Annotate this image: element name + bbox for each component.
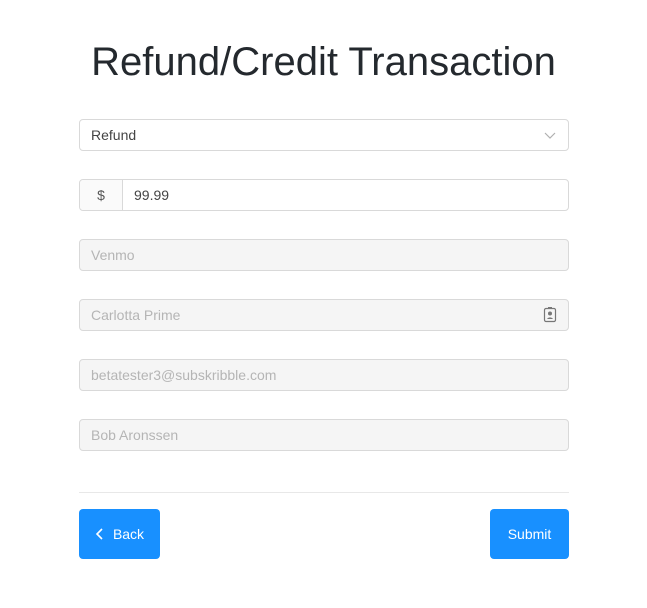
chevron-left-icon bbox=[95, 528, 103, 540]
form-divider bbox=[79, 492, 569, 493]
back-button-label: Back bbox=[112, 526, 145, 542]
representative-field[interactable]: Bob Aronssen bbox=[79, 419, 569, 451]
payment-method-placeholder: Venmo bbox=[91, 247, 135, 263]
page-title: Refund/Credit Transaction bbox=[91, 40, 556, 84]
amount-input-group: $ 99.99 bbox=[79, 179, 569, 211]
customer-email-field[interactable]: betatester3@subskribble.com bbox=[79, 359, 569, 391]
amount-input[interactable]: 99.99 bbox=[123, 187, 169, 203]
transaction-type-value: Refund bbox=[91, 127, 137, 143]
submit-button[interactable]: Submit bbox=[490, 509, 569, 559]
customer-name-field[interactable]: Carlotta Prime bbox=[79, 299, 569, 331]
submit-button-label: Submit bbox=[507, 526, 552, 542]
contact-card-icon bbox=[543, 307, 557, 323]
currency-addon: $ bbox=[80, 180, 123, 210]
customer-email-placeholder: betatester3@subskribble.com bbox=[91, 367, 277, 383]
transaction-type-select[interactable]: Refund bbox=[79, 119, 569, 151]
chevron-down-icon bbox=[544, 132, 556, 139]
payment-method-field[interactable]: Venmo bbox=[79, 239, 569, 271]
back-button[interactable]: Back bbox=[79, 509, 160, 559]
customer-name-placeholder: Carlotta Prime bbox=[91, 307, 181, 323]
refund-credit-page: Refund/Credit Transaction Refund $ 99.99… bbox=[0, 0, 647, 608]
representative-placeholder: Bob Aronssen bbox=[91, 427, 179, 443]
